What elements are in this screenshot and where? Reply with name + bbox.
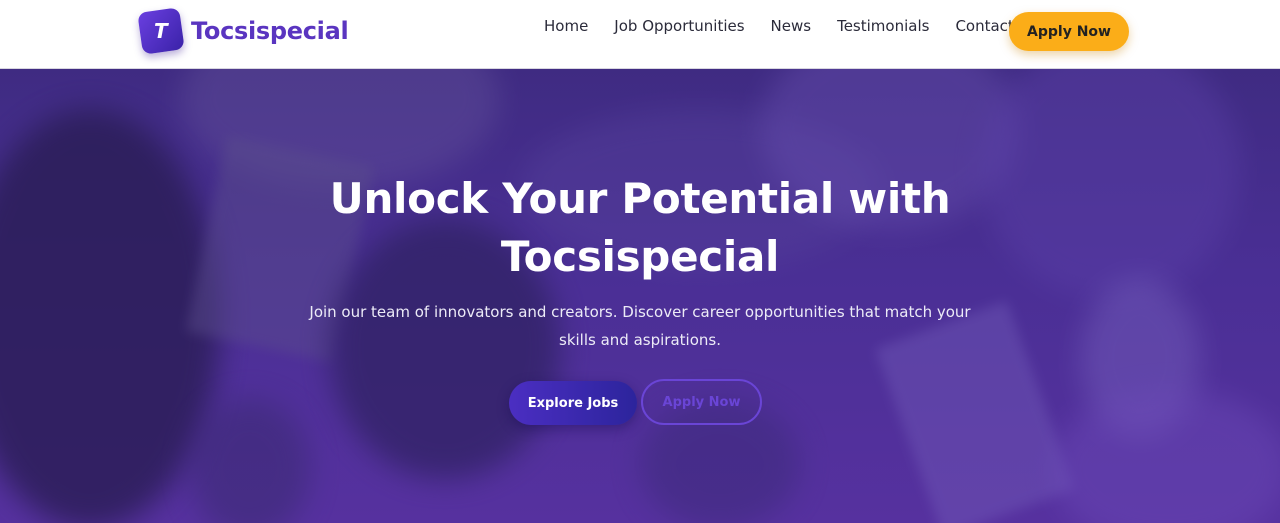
nav-news[interactable]: News <box>771 17 812 35</box>
nav-testimonials[interactable]: Testimonials <box>837 17 929 35</box>
hero-apply-now-button[interactable]: Apply Now <box>641 379 762 425</box>
hero-section: Unlock Your Potential with Tocsispecial … <box>0 69 1280 523</box>
explore-jobs-button[interactable]: Explore Jobs <box>509 381 637 425</box>
hero-title-line1: Unlock Your Potential with <box>329 174 951 223</box>
hero-subtitle: Join our team of innovators and creators… <box>309 303 971 349</box>
nav-job-opportunities[interactable]: Job Opportunities <box>614 17 744 35</box>
nav-contact[interactable]: Contact <box>955 17 1013 35</box>
apply-now-button[interactable]: Apply Now <box>1009 12 1129 51</box>
nav-home[interactable]: Home <box>544 17 588 35</box>
hero-content: Unlock Your Potential with Tocsispecial … <box>0 69 1280 523</box>
tocsispecial-logo-icon: T <box>137 7 185 55</box>
logo-letter: T <box>154 19 168 43</box>
hero-title: Unlock Your Potential with Tocsispecial <box>240 170 1040 286</box>
main-nav: Home Job Opportunities News Testimonials… <box>544 17 1040 35</box>
brand-logo[interactable]: T Tocsispecial <box>137 7 349 55</box>
hero-title-line2: Tocsispecial <box>500 232 780 281</box>
brand-name: Tocsispecial <box>191 17 349 45</box>
top-navbar: T Tocsispecial Home Job Opportunities Ne… <box>0 0 1280 69</box>
